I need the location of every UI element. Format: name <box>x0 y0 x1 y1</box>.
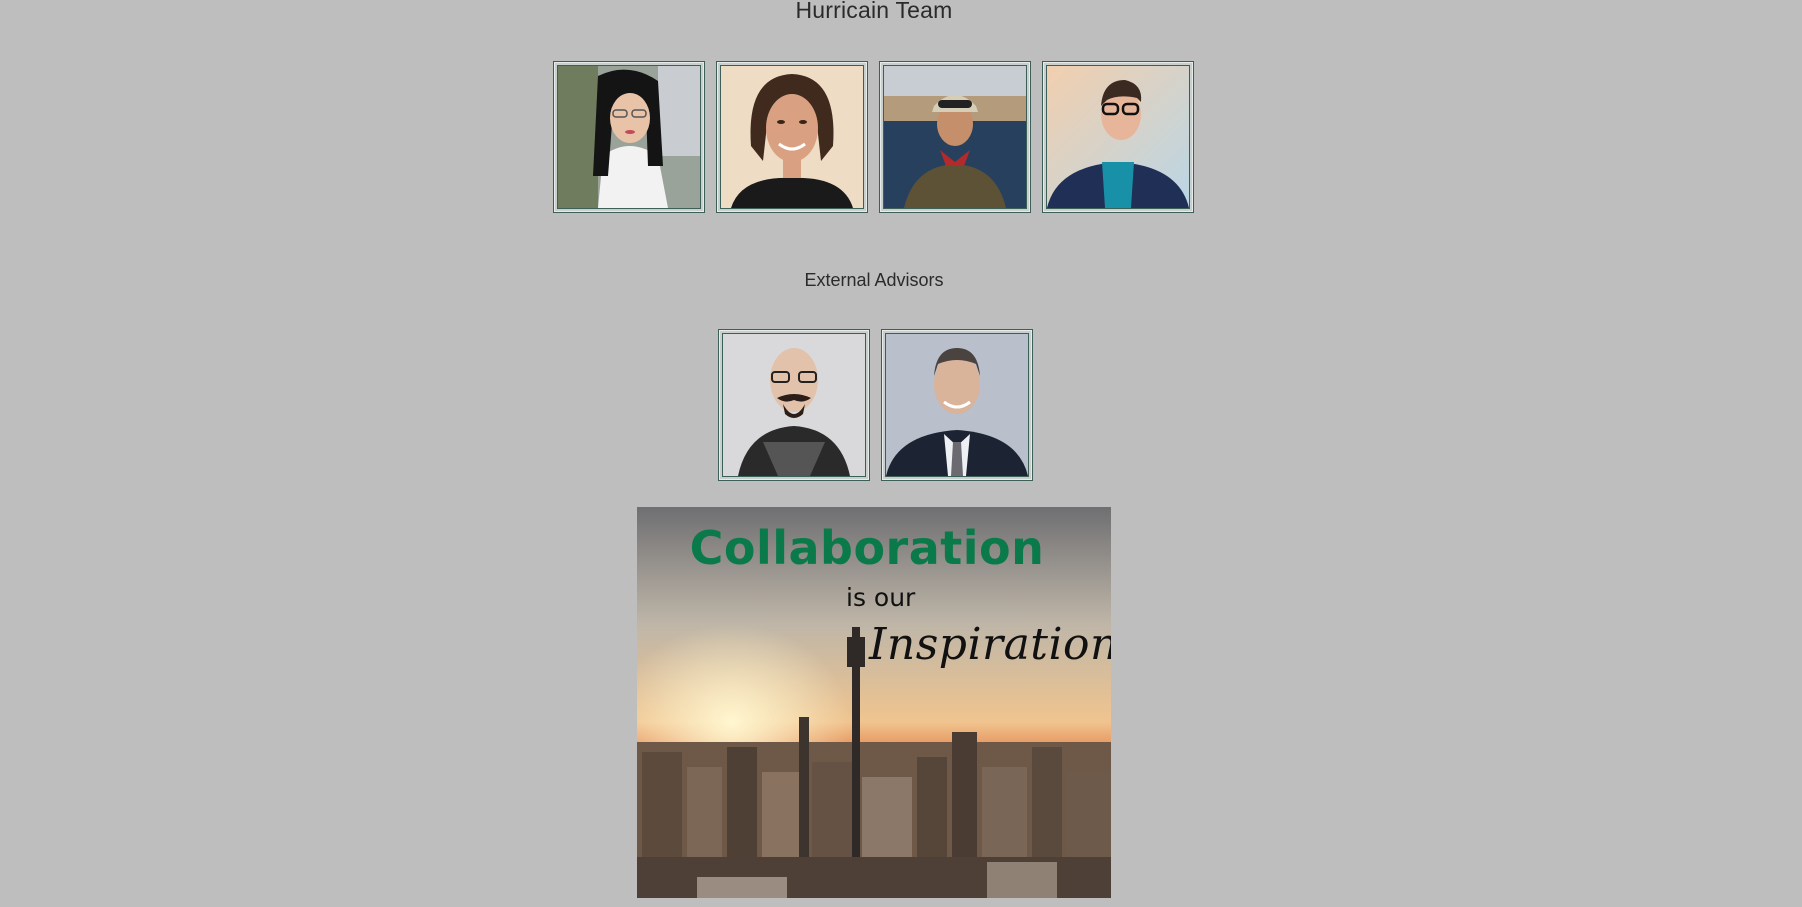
team-member-photo <box>553 61 705 213</box>
portrait-image <box>720 65 864 209</box>
team-member-photo <box>879 61 1031 213</box>
team-heading: Hurricain Team <box>795 0 953 23</box>
advisor-photo <box>881 329 1033 481</box>
portrait-image <box>885 333 1029 477</box>
team-photo-row <box>553 61 1194 213</box>
team-member-photo <box>716 61 868 213</box>
collaboration-poster: Collaboration is our Inspiration <box>637 507 1111 898</box>
poster-script-word: Inspiration <box>869 619 1111 670</box>
portrait-image <box>1046 65 1190 209</box>
advisors-heading: External Advisors <box>804 270 944 290</box>
advisor-photo-row <box>718 329 1033 481</box>
poster-subline: is our <box>846 583 916 612</box>
page: Hurricain Team External Advisors Collabo… <box>0 0 1802 907</box>
portrait-image <box>722 333 866 477</box>
team-member-photo <box>1042 61 1194 213</box>
portrait-image <box>883 65 1027 209</box>
portrait-image <box>557 65 701 209</box>
poster-headline: Collaboration <box>689 521 1045 575</box>
advisor-photo <box>718 329 870 481</box>
